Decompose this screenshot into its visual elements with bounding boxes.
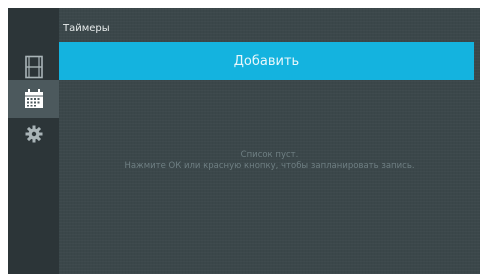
calendar-icon (24, 89, 43, 108)
film-icon (24, 55, 43, 79)
add-timer-button[interactable]: Добавить (59, 42, 474, 80)
timers-screen: Таймеры Добавить Список пуст. Нажмите ОК… (8, 8, 480, 274)
sidebar (8, 8, 59, 274)
sidebar-item-timers[interactable] (8, 80, 59, 118)
empty-state-message: Список пуст. Нажмите ОК или красную кноп… (59, 150, 480, 172)
add-timer-label: Добавить (233, 53, 300, 69)
empty-hint: Нажмите ОК или красную кнопку, чтобы зап… (124, 161, 415, 171)
gear-icon (25, 125, 42, 143)
sidebar-item-settings[interactable] (8, 115, 59, 153)
empty-title: Список пуст. (240, 150, 299, 160)
page-title: Таймеры (63, 23, 110, 34)
